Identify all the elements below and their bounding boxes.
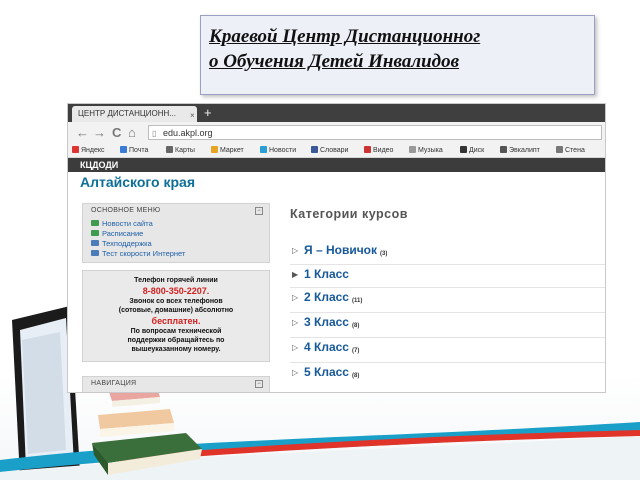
category-row[interactable]: ▷ 5 Класс (8) bbox=[290, 362, 605, 384]
url-input[interactable]: ▯ edu.akpl.org bbox=[148, 125, 602, 140]
bookmark-item[interactable]: Словари bbox=[311, 145, 348, 156]
expand-arrow-icon[interactable]: ▷ bbox=[292, 368, 298, 377]
category-count: (3) bbox=[380, 251, 388, 257]
hotline-text: По вопросам технической bbox=[130, 328, 222, 335]
hotline-heading: Телефон горячей линии bbox=[134, 277, 218, 284]
collapse-icon[interactable]: − bbox=[255, 380, 263, 388]
expand-arrow-icon[interactable]: ▶ bbox=[292, 270, 298, 279]
category-count: (8) bbox=[351, 323, 360, 329]
calendar-icon bbox=[91, 230, 99, 236]
category-count: (7) bbox=[351, 348, 360, 354]
bookmark-item[interactable]: Новости bbox=[260, 145, 296, 156]
menu-item-support[interactable]: Техподдержка bbox=[91, 239, 152, 248]
category-count: (11) bbox=[351, 298, 363, 304]
collapse-icon[interactable]: − bbox=[255, 207, 263, 215]
hotline-text: вышеуказанному номеру. bbox=[131, 346, 221, 353]
hotline-free: бесплатен. bbox=[151, 316, 201, 326]
hotline-text: Звонок со всех телефонов bbox=[129, 298, 223, 305]
main-menu-block: ОСНОВНОЕ МЕНЮ − Новости сайта Расписание… bbox=[82, 203, 270, 263]
bookmark-item[interactable]: Почта bbox=[120, 145, 148, 156]
bookmarks-bar: Яндекс Почта Карты Маркет Новости Словар… bbox=[68, 144, 605, 158]
category-row[interactable]: ▷ Я – Новичок (3) bbox=[290, 241, 605, 263]
expand-arrow-icon[interactable]: ▷ bbox=[292, 293, 298, 302]
bookmark-item[interactable]: Видео bbox=[364, 145, 393, 156]
address-toolbar: ← → C ⌂ ▯ edu.akpl.org bbox=[68, 122, 605, 144]
hotline-text: поддержки обращайтесь по bbox=[127, 337, 225, 344]
category-row[interactable]: ▷ 3 Класс (8) bbox=[290, 312, 605, 334]
bookmark-item[interactable]: Стена bbox=[556, 145, 585, 156]
hotline-block: Телефон горячей линии 8-800-350-2207. Зв… bbox=[82, 270, 270, 362]
slide-title-box: Краевой Центр Дистанционног о Обучения Д… bbox=[200, 15, 595, 95]
support-icon bbox=[91, 240, 99, 246]
bookmark-item[interactable]: Эвкалипт bbox=[500, 145, 540, 156]
new-tab-button[interactable]: + bbox=[204, 105, 212, 121]
category-link[interactable]: 1 Класс bbox=[304, 267, 352, 281]
category-link[interactable]: Я – Новичок (3) bbox=[304, 243, 387, 257]
books-illustration bbox=[92, 385, 202, 475]
site-header[interactable]: КЦДОДИ bbox=[68, 158, 605, 172]
url-text: edu.akpl.org bbox=[163, 128, 213, 138]
navigation-block: НАВИГАЦИЯ − bbox=[82, 376, 270, 392]
menu-item-news[interactable]: Новости сайта bbox=[91, 219, 153, 228]
bookmark-item[interactable]: Карты bbox=[166, 145, 195, 156]
main-menu-title: ОСНОВНОЕ МЕНЮ bbox=[91, 207, 161, 214]
bookmark-item[interactable]: Яндекс bbox=[72, 145, 105, 156]
expand-arrow-icon[interactable]: ▷ bbox=[292, 318, 298, 327]
categories-title: Категории курсов bbox=[290, 207, 408, 221]
page-icon: ▯ bbox=[152, 129, 157, 138]
home-button[interactable]: ⌂ bbox=[128, 125, 136, 141]
bookmark-item[interactable]: Музыка bbox=[409, 145, 443, 156]
category-link[interactable]: 3 Класс (8) bbox=[304, 315, 359, 329]
bookmark-item[interactable]: Диск bbox=[460, 145, 484, 156]
reload-button[interactable]: C bbox=[112, 125, 121, 141]
category-link[interactable]: 5 Класс (8) bbox=[304, 365, 359, 379]
category-row[interactable]: ▷ 2 Класс (11) bbox=[290, 287, 605, 309]
news-icon bbox=[91, 220, 99, 226]
hotline-phone: 8-800-350-2207. bbox=[142, 286, 210, 296]
category-link[interactable]: 4 Класс (7) bbox=[304, 340, 359, 354]
forward-button[interactable]: → bbox=[93, 125, 106, 141]
category-link[interactable]: 2 Класс (11) bbox=[304, 290, 362, 304]
hotline-text: (сотовые, домашние) абсолютно bbox=[118, 307, 234, 314]
slide-title: Краевой Центр Дистанционног о Обучения Д… bbox=[209, 26, 481, 72]
browser-screenshot: ЦЕНТР ДИСТАНЦИОНН... × + ← → C ⌂ ▯ edu.a… bbox=[68, 104, 605, 392]
site-subtitle: Алтайского края bbox=[80, 174, 196, 190]
tab-close-icon[interactable]: × bbox=[190, 108, 195, 122]
category-row[interactable]: ▷ 4 Класс (7) bbox=[290, 337, 605, 359]
back-button[interactable]: ← bbox=[76, 125, 89, 141]
bookmark-item[interactable]: Маркет bbox=[211, 145, 244, 156]
menu-item-schedule[interactable]: Расписание bbox=[91, 229, 143, 238]
navigation-title: НАВИГАЦИЯ bbox=[91, 380, 137, 387]
expand-arrow-icon[interactable]: ▷ bbox=[292, 343, 298, 352]
speedtest-icon bbox=[91, 250, 99, 256]
category-count: (8) bbox=[351, 373, 360, 379]
expand-arrow-icon[interactable]: ▷ bbox=[292, 246, 298, 255]
browser-tab-bar: ЦЕНТР ДИСТАНЦИОНН... × + bbox=[68, 104, 605, 122]
tab-title: ЦЕНТР ДИСТАНЦИОНН... bbox=[78, 109, 177, 118]
browser-tab[interactable]: ЦЕНТР ДИСТАНЦИОНН... × bbox=[72, 106, 197, 122]
menu-item-speedtest[interactable]: Тест скорости Интернет bbox=[91, 249, 185, 258]
category-row[interactable]: ▶ 1 Класс bbox=[290, 264, 605, 286]
